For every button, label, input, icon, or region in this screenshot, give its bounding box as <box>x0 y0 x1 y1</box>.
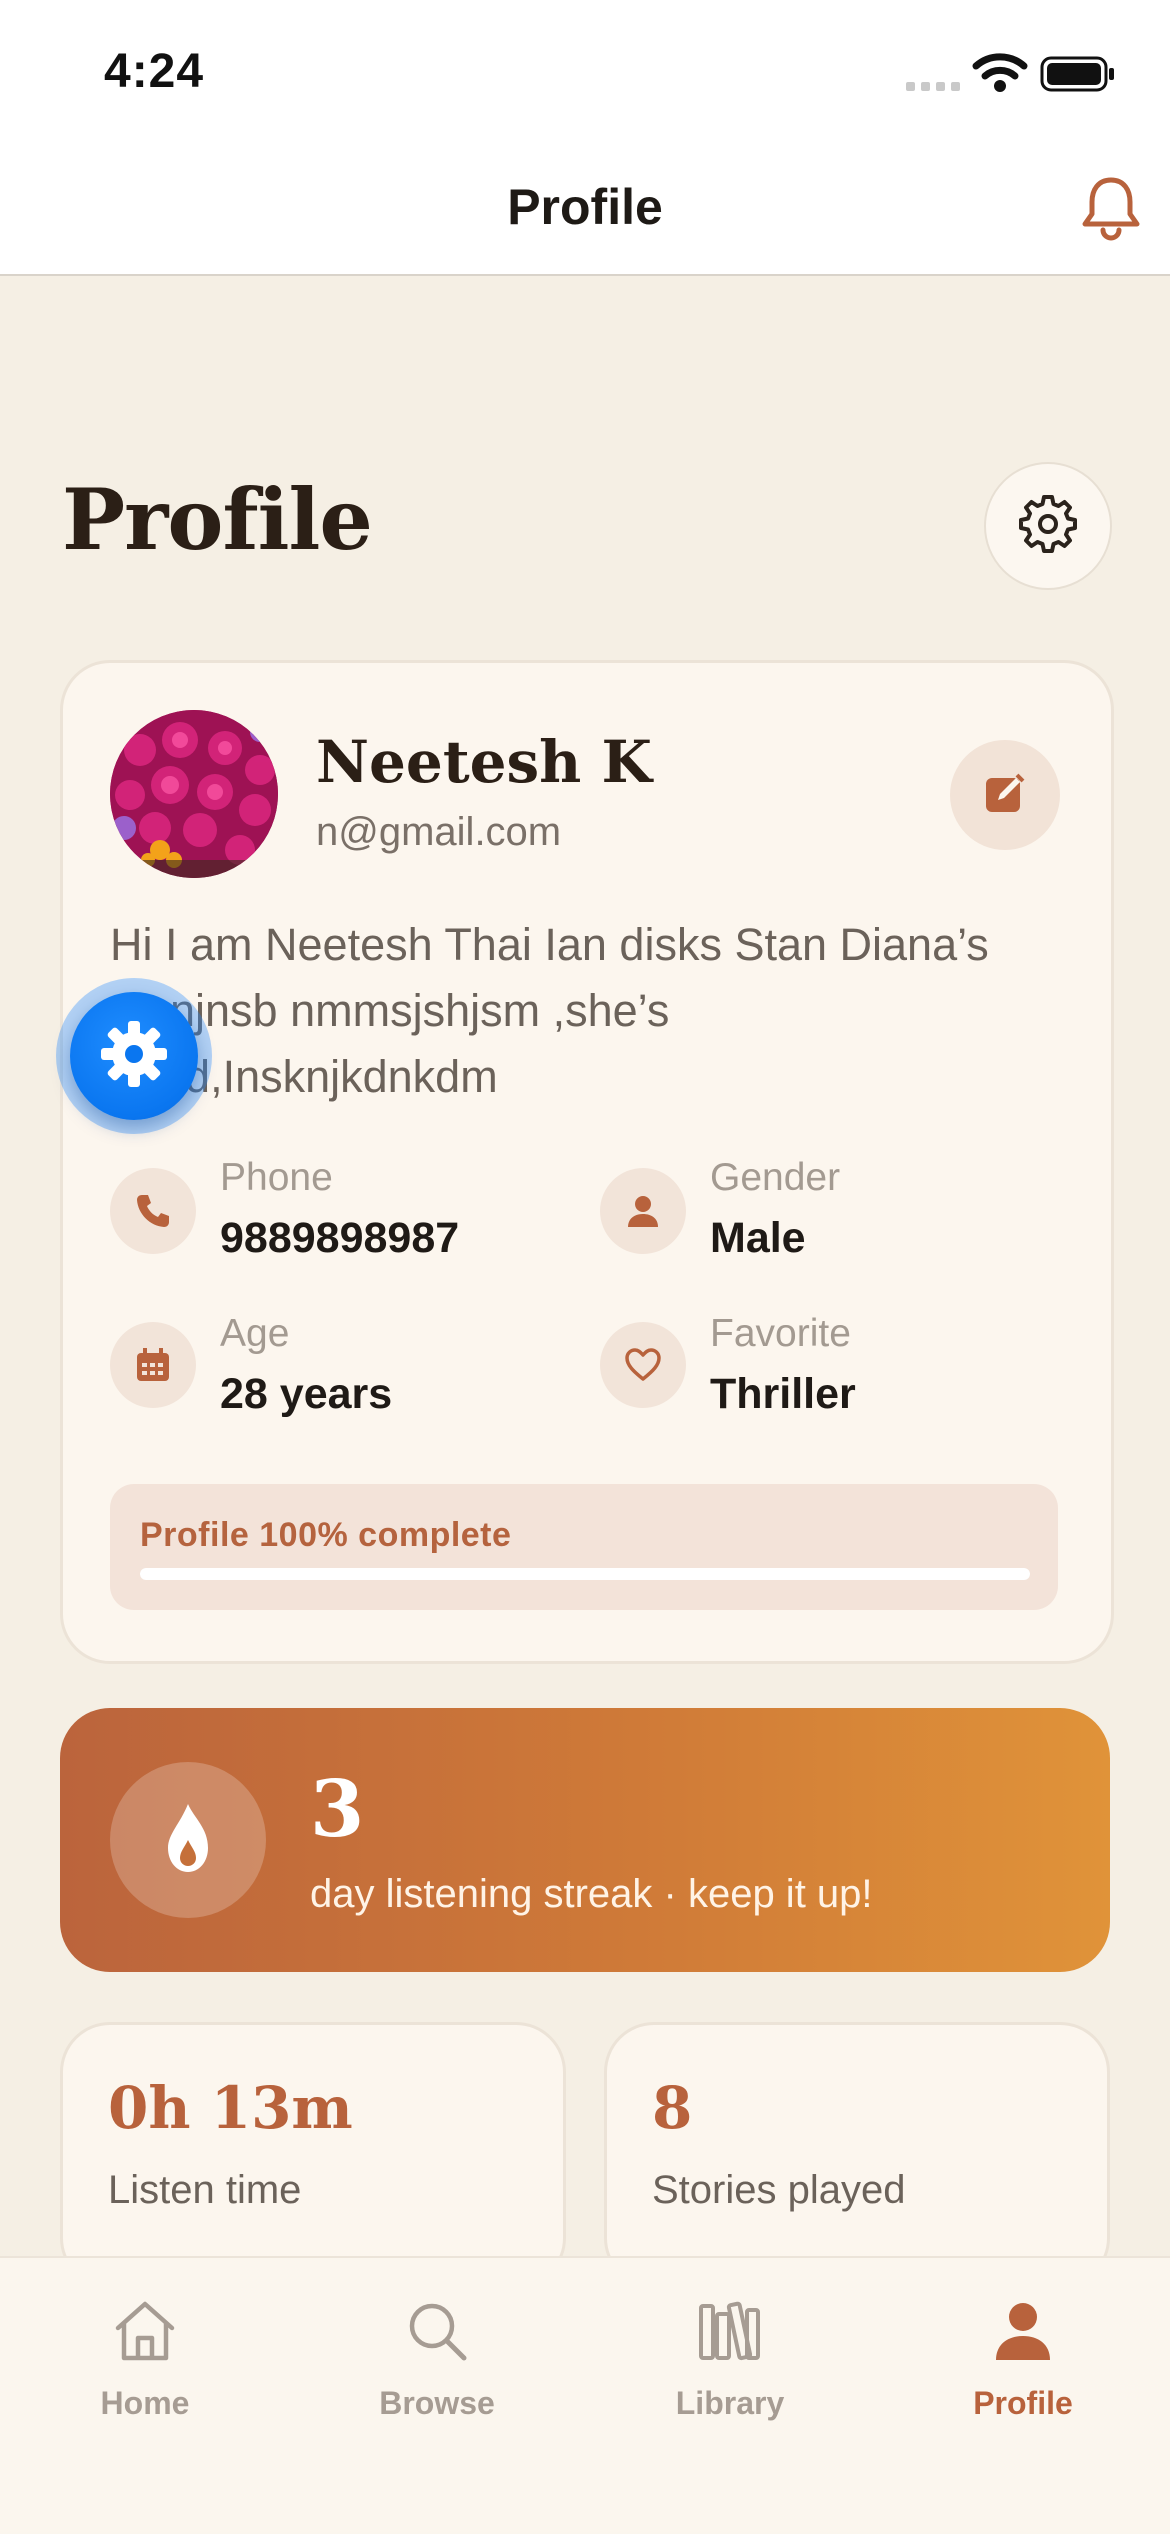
stat-label: Stories played <box>652 2168 906 2212</box>
search-icon <box>402 2296 472 2371</box>
info-value-favorite: Thriller <box>710 1370 856 1418</box>
stat-label: Listen time <box>108 2168 302 2212</box>
profile-email: n@gmail.com <box>316 810 562 854</box>
tab-label: Browse <box>379 2385 495 2421</box>
edit-profile-button[interactable] <box>950 740 1060 850</box>
info-value-gender: Male <box>710 1214 806 1262</box>
info-label-gender: Gender <box>710 1156 841 1199</box>
nav-title: Profile <box>507 179 663 235</box>
tab-label: Home <box>100 2385 190 2421</box>
floating-settings-button[interactable] <box>70 992 198 1120</box>
wifi-icon <box>972 52 1028 94</box>
info-label-phone: Phone <box>220 1156 333 1199</box>
page-title: Profile <box>62 470 373 569</box>
info-label-age: Age <box>220 1312 290 1355</box>
battery-icon <box>1040 56 1116 92</box>
tab-browse[interactable]: Browse <box>327 2296 547 2436</box>
stat-value: 8 <box>652 2074 693 2142</box>
tab-home[interactable]: Home <box>35 2296 255 2436</box>
streak-count: 3 <box>310 1764 365 1855</box>
flame-icon <box>158 1800 218 1881</box>
info-label-favorite: Favorite <box>710 1312 851 1355</box>
cellular-signal-icon <box>906 78 962 92</box>
calendar-icon <box>110 1322 196 1408</box>
status-time: 4:24 <box>104 45 205 98</box>
tab-library[interactable]: Library <box>620 2296 840 2436</box>
heart-icon <box>600 1322 686 1408</box>
profile-name: Neetesh K <box>316 728 652 796</box>
person-icon <box>988 2296 1058 2371</box>
phone-icon <box>110 1168 196 1254</box>
profile-completion-bar <box>140 1568 1030 1580</box>
info-value-phone: 9889898987 <box>220 1214 460 1262</box>
gear-icon <box>1018 494 1078 559</box>
library-icon <box>695 2296 765 2371</box>
info-value-age: 28 years <box>220 1370 393 1418</box>
stat-card-stories-played <box>604 2022 1110 2288</box>
profile-completion-text: Profile 100% complete <box>140 1516 512 1554</box>
stat-value: 0h 13m <box>108 2074 353 2142</box>
tab-label: Profile <box>973 2385 1073 2421</box>
bell-icon[interactable] <box>1076 172 1146 242</box>
streak-icon-circle <box>110 1762 266 1918</box>
stat-card-listen-time <box>60 2022 566 2288</box>
settings-button[interactable] <box>984 462 1112 590</box>
streak-text: day listening streak · keep it up! <box>310 1872 873 1916</box>
profile-bio: Hi I am Neetesh Thai Ian disks Stan Dian… <box>110 919 989 1102</box>
gear-icon <box>95 1015 173 1098</box>
edit-icon <box>982 770 1028 821</box>
tab-profile[interactable]: Profile <box>913 2296 1133 2436</box>
home-icon <box>110 2296 180 2371</box>
avatar <box>110 710 278 878</box>
person-icon <box>600 1168 686 1254</box>
tab-label: Library <box>675 2385 785 2421</box>
